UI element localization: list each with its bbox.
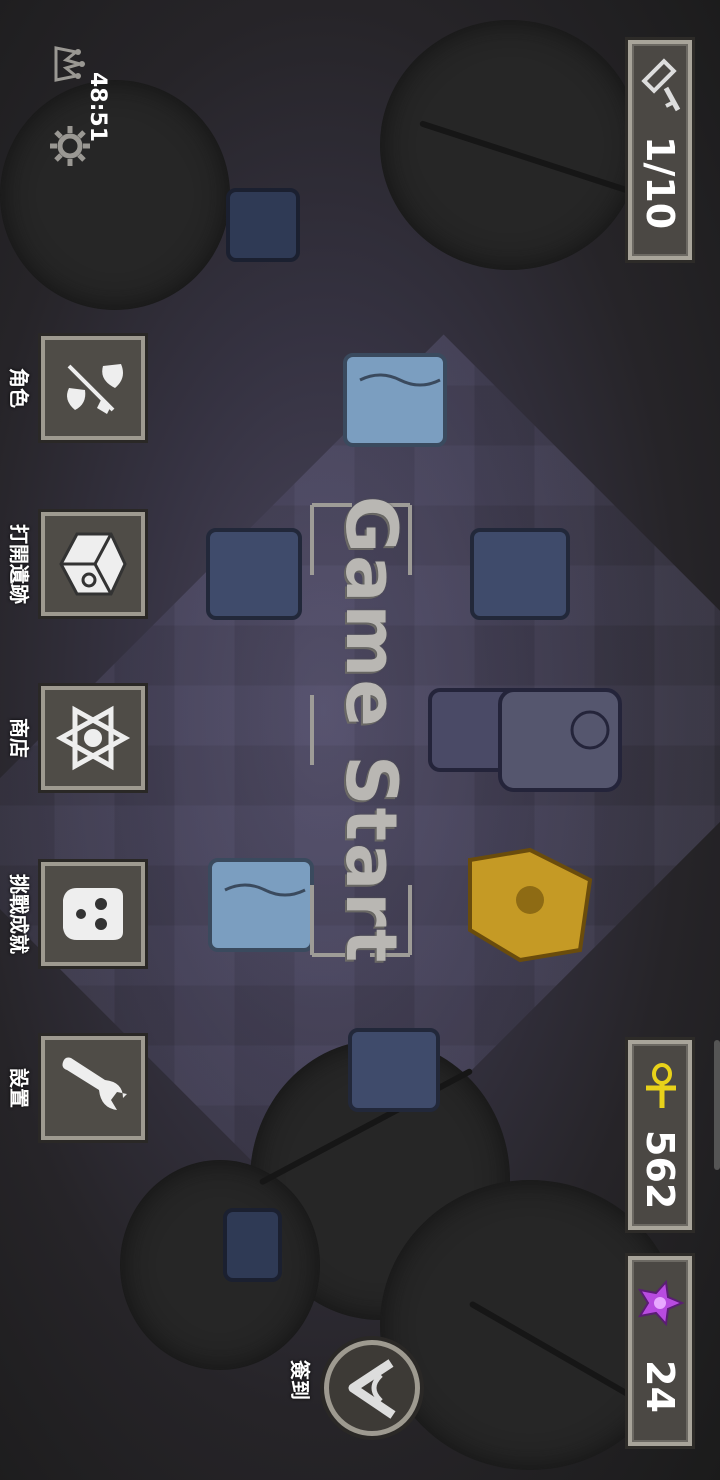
ankh-currency[interactable]: 562 [628,1040,692,1230]
check-in-icon [348,1359,396,1419]
ruin-box-icon [59,532,127,596]
menu-achievements-label: 挑戰成就 [7,874,31,954]
menu-character-button[interactable] [41,336,145,440]
ankh-icon [646,1063,676,1108]
gem-currency[interactable]: 24 [628,1256,692,1446]
landscape-stage: 1/10 48:51 562 24 Game Start 角色 打開遺跡 商店 … [0,0,720,1480]
check-in-button[interactable] [324,1340,420,1436]
scroll-indicator [714,1040,720,1170]
achievement-icon [63,888,123,940]
menu-open-ruins-label: 打開遺跡 [7,524,31,604]
wrench-icon [62,1057,127,1110]
gem-value: 24 [638,1360,682,1413]
crown-icon[interactable] [46,42,90,86]
menu-settings-label: 設置 [7,1068,31,1108]
keys-value: 1/10 [638,136,682,230]
keys-counter[interactable]: 1/10 [628,40,692,260]
shop-hexagram-icon [55,705,131,771]
menu-settings-button[interactable] [41,1036,145,1140]
purple-gem-icon [637,1279,685,1327]
character-icon [67,364,123,414]
game-start-button[interactable]: Game Start [302,495,420,965]
ankh-value: 562 [638,1130,682,1210]
check-in-label: 簽到 [288,1360,312,1400]
key-icon [641,58,681,112]
menu-character-label: 角色 [7,368,31,408]
menu-open-ruins-button[interactable] [41,512,145,616]
menu-achievements-button[interactable] [41,862,145,966]
menu-shop-button[interactable] [41,686,145,790]
menu-shop-label: 商店 [7,718,31,758]
game-start-label: Game Start [330,495,412,965]
gear-icon[interactable] [48,124,92,168]
